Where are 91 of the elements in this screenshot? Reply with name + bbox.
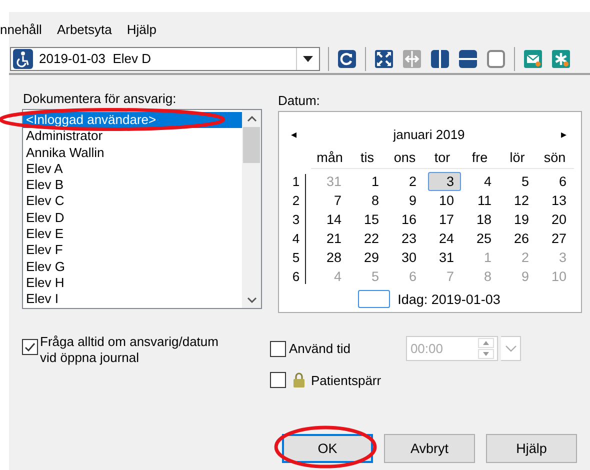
- calendar-day[interactable]: 30: [386, 248, 424, 267]
- month-title: januari 2019: [393, 126, 465, 142]
- week-number: 5: [291, 249, 301, 267]
- weekday-label: ons: [386, 148, 424, 169]
- calendar-day[interactable]: 7: [311, 191, 348, 210]
- mail-icon[interactable]: [523, 48, 543, 68]
- dialog-button[interactable]: Hjälp: [486, 434, 577, 463]
- next-month-button[interactable]: ▸: [557, 128, 571, 140]
- list-item[interactable]: Elev F: [23, 242, 242, 259]
- today-link[interactable]: Idag: 2019-01-03: [398, 292, 500, 306]
- rows-icon[interactable]: [458, 48, 478, 68]
- user-list[interactable]: <Inloggad användare> Administrator Annika Wallin Elev A Elev B Elev C Elev D Elev E Elev F Elev G Elev H Elev I: [22, 109, 262, 309]
- calendar-day[interactable]: 29: [348, 248, 386, 267]
- padlock-icon: [293, 372, 305, 388]
- caret-icon: [303, 56, 313, 62]
- calendar-day[interactable]: 10: [424, 191, 461, 210]
- calendar-day[interactable]: 25: [461, 229, 498, 248]
- time-field: 00:00: [406, 336, 498, 361]
- calendar-day[interactable]: 13: [536, 191, 574, 210]
- list-item[interactable]: Elev H: [23, 274, 242, 292]
- list-item[interactable]: Elev G: [23, 258, 242, 275]
- calendar-day[interactable]: 1: [348, 172, 386, 191]
- weekday-label: sön: [536, 148, 574, 169]
- list-item[interactable]: Elev A: [23, 160, 242, 178]
- calendar-day[interactable]: 26: [498, 229, 536, 248]
- calendar-day[interactable]: 21: [311, 229, 348, 248]
- scrollbar-thumb[interactable]: [243, 127, 260, 163]
- square-icon[interactable]: [486, 48, 506, 68]
- field-label: Dokumentera för ansvarig:: [23, 91, 178, 106]
- list-item[interactable]: Elev I: [23, 291, 242, 308]
- scrollbar[interactable]: [242, 110, 261, 308]
- field-label: Datum:: [278, 93, 321, 108]
- calendar-day[interactable]: 27: [536, 229, 574, 248]
- calendar-day[interactable]: 9: [386, 191, 424, 210]
- scroll-down-icon[interactable]: [246, 296, 256, 302]
- previous-month-button[interactable]: ◂: [287, 128, 301, 140]
- calendar-day[interactable]: 11: [461, 191, 498, 210]
- calendar-day[interactable]: 16: [386, 210, 424, 229]
- weekday-label: lör: [498, 148, 536, 169]
- menu-item[interactable]: Hjälp: [126, 22, 156, 36]
- calendar-day[interactable]: 23: [386, 229, 424, 248]
- list-item[interactable]: Annika Wallin: [23, 144, 242, 161]
- list-item[interactable]: Elev D: [23, 210, 242, 226]
- calendar-day[interactable]: 18: [461, 210, 498, 229]
- checkbox-label[interactable]: Fråga alltid om ansvarig/datum vid öppna journal: [40, 334, 237, 366]
- week-number: 6: [291, 268, 301, 286]
- weekday-label: tis: [348, 148, 386, 169]
- calendar-day[interactable]: 19: [498, 210, 536, 229]
- weekday-label: fre: [461, 148, 498, 169]
- weekday-label: mån: [311, 148, 348, 169]
- calendar-day[interactable]: 17: [424, 210, 461, 229]
- week-number: 1: [291, 173, 301, 191]
- list-item[interactable]: Elev C: [23, 193, 242, 210]
- calendar-day[interactable]: 28: [311, 248, 348, 267]
- checkbox[interactable]: [270, 372, 286, 388]
- calendar-day[interactable]: 4: [461, 172, 498, 191]
- scroll-up-icon[interactable]: [246, 116, 256, 122]
- user-combo-box[interactable]: 2019-01-03 Elev D: [10, 46, 320, 70]
- calendar-day[interactable]: 20: [536, 210, 574, 229]
- asterisk-icon[interactable]: [551, 48, 571, 68]
- calendar-day[interactable]: 24: [424, 229, 461, 248]
- dialog-button[interactable]: OK: [282, 434, 373, 463]
- expand-icon[interactable]: [374, 48, 394, 68]
- calendar-day[interactable]: 3: [428, 172, 461, 191]
- calendar-day[interactable]: 31: [424, 248, 461, 267]
- dialog-button[interactable]: Avbryt: [384, 434, 475, 463]
- calendar-day[interactable]: 14: [311, 210, 348, 229]
- menu-item[interactable]: Arbetsyta: [56, 22, 112, 36]
- refresh-icon[interactable]: [337, 48, 357, 68]
- calendar-day[interactable]: 6: [536, 172, 574, 191]
- weekday-label: tor: [424, 148, 461, 169]
- checkbox[interactable]: [22, 339, 38, 355]
- calendar-day[interactable]: 22: [348, 229, 386, 248]
- week-number: 3: [291, 211, 301, 229]
- combo-value: 2019-01-03 Elev D: [39, 51, 152, 66]
- list-item[interactable]: Elev B: [23, 177, 242, 194]
- columns-icon[interactable]: [430, 48, 450, 68]
- checkbox-label[interactable]: Patientspärr: [311, 372, 382, 388]
- list-item[interactable]: Elev E: [23, 226, 242, 242]
- week-number: 4: [291, 230, 301, 248]
- menu-item[interactable]: nnehåll: [0, 22, 42, 36]
- wheelchair-icon: [13, 48, 33, 68]
- calendar-day[interactable]: 8: [348, 191, 386, 210]
- list-item[interactable]: Administrator: [23, 128, 242, 145]
- chevron-icon: [504, 345, 517, 352]
- calendar-day[interactable]: 15: [348, 210, 386, 229]
- week-number: 2: [291, 192, 301, 210]
- calendar-day[interactable]: 2: [386, 172, 424, 191]
- today-marker: [358, 290, 390, 308]
- calendar-day[interactable]: 12: [498, 191, 536, 210]
- calendar-day[interactable]: 5: [498, 172, 536, 191]
